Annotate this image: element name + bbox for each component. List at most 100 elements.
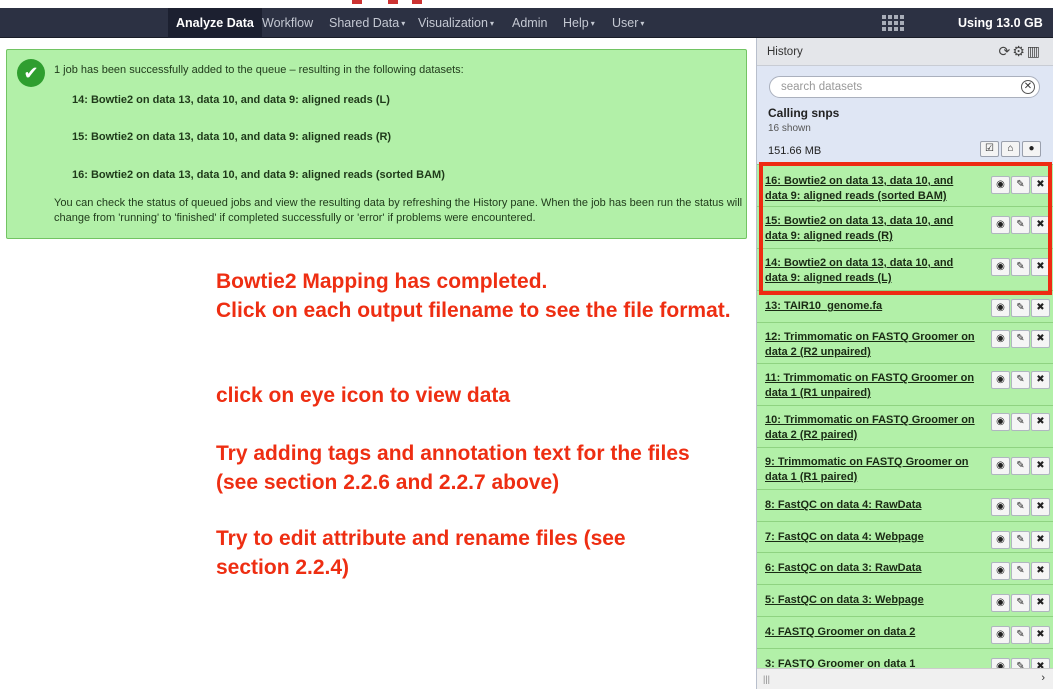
dataset-title[interactable]: 4: FASTQ Groomer on data 2 [765,625,977,640]
caret-down-icon: ▾ [590,19,595,28]
history-panel: History ⟳⚙▥ search datasets ✕ Calling sn… [756,38,1053,689]
history-item: 12: Trimmomatic on FASTQ Groomer on data… [757,322,1053,363]
delete-icon[interactable]: ✖ [1031,498,1050,516]
history-item: 7: FastQC on data 4: Webpage ◉ ✎ ✖ [757,521,1053,552]
tags-icon[interactable]: ⌂ [1001,141,1020,157]
eye-icon[interactable]: ◉ [991,626,1010,644]
search-datasets-input[interactable]: search datasets ✕ [769,76,1040,98]
nav-help[interactable]: Help ▾ [555,8,603,38]
dataset-title[interactable]: 10: Trimmomatic on FASTQ Groomer on data… [765,413,977,443]
pencil-icon[interactable]: ✎ [1011,330,1030,348]
history-size: 151.66 MB [768,145,822,157]
dataset-title[interactable]: 5: FastQC on data 3: Webpage [765,593,977,608]
drag-handle-icon[interactable]: ||| [763,674,770,684]
tutorial-note: Try adding tags and annotation text for … [216,442,690,494]
eye-icon[interactable]: ◉ [991,594,1010,612]
pencil-icon[interactable]: ✎ [1011,498,1030,516]
checkmark-icon: ✔ [17,59,45,87]
eye-icon[interactable]: ◉ [991,498,1010,516]
dataset-title[interactable]: 14: Bowtie2 on data 13, data 10, and dat… [765,256,977,286]
eye-icon[interactable]: ◉ [991,176,1010,194]
history-item: 16: Bowtie2 on data 13, data 10, and dat… [757,164,1053,206]
delete-icon[interactable]: ✖ [1031,626,1050,644]
eye-icon[interactable]: ◉ [991,562,1010,580]
tab-fragment [412,0,422,4]
message-intro: 1 job has been successfully added to the… [54,64,464,76]
pencil-icon[interactable]: ✎ [1011,371,1030,389]
delete-icon[interactable]: ✖ [1031,176,1050,194]
history-item: 9: Trimmomatic on FASTQ Groomer on data … [757,447,1053,489]
history-actions: ☑ ⌂ ● [980,141,1041,157]
select-checkbox-icon[interactable]: ☑ [980,141,999,157]
eye-icon[interactable]: ◉ [991,413,1010,431]
tab-fragment [388,0,398,4]
history-item: 5: FastQC on data 3: Webpage ◉ ✎ ✖ [757,584,1053,616]
nav-analyze-data[interactable]: Analyze Data [168,8,262,38]
clear-search-icon[interactable]: ✕ [1021,80,1035,94]
delete-icon[interactable]: ✖ [1031,330,1050,348]
history-item: 14: Bowtie2 on data 13, data 10, and dat… [757,248,1053,290]
delete-icon[interactable]: ✖ [1031,299,1050,317]
tab-fragment [352,0,362,4]
pencil-icon[interactable]: ✎ [1011,562,1030,580]
queued-dataset: 16: Bowtie2 on data 13, data 10, and dat… [72,169,445,181]
dataset-title[interactable]: 15: Bowtie2 on data 13, data 10, and dat… [765,214,977,244]
delete-icon[interactable]: ✖ [1031,594,1050,612]
pencil-icon[interactable]: ✎ [1011,626,1030,644]
eye-icon[interactable]: ◉ [991,258,1010,276]
gear-icon[interactable]: ⚙ [1012,43,1027,59]
dataset-title[interactable]: 6: FastQC on data 3: RawData [765,561,977,576]
queued-dataset: 14: Bowtie2 on data 13, data 10, and dat… [72,94,390,106]
history-item: 8: FastQC on data 4: RawData ◉ ✎ ✖ [757,489,1053,521]
history-item: 4: FASTQ Groomer on data 2 ◉ ✎ ✖ [757,616,1053,648]
dataset-title[interactable]: 12: Trimmomatic on FASTQ Groomer on data… [765,330,977,360]
columns-icon[interactable]: ▥ [1027,43,1042,59]
pencil-icon[interactable]: ✎ [1011,258,1030,276]
history-item: 13: TAIR10_genome.fa ◉ ✎ ✖ [757,290,1053,322]
nav-workflow[interactable]: Workflow [254,8,321,38]
delete-icon[interactable]: ✖ [1031,531,1050,549]
refresh-icon[interactable]: ⟳ [998,43,1012,59]
dataset-title[interactable]: 7: FastQC on data 4: Webpage [765,530,977,545]
tutorial-note: click on eye icon to view data [216,384,511,407]
eye-icon[interactable]: ◉ [991,457,1010,475]
masthead: Analyze Data Workflow Shared Data ▾ Visua… [0,8,1053,38]
nav-user[interactable]: User ▾ [604,8,652,38]
dataset-title[interactable]: 8: FastQC on data 4: RawData [765,498,977,513]
eye-icon[interactable]: ◉ [991,531,1010,549]
browser-top-strip [0,0,1053,8]
eye-icon[interactable]: ◉ [991,371,1010,389]
history-item: 11: Trimmomatic on FASTQ Groomer on data… [757,363,1053,405]
dataset-title[interactable]: 16: Bowtie2 on data 13, data 10, and dat… [765,174,977,204]
pencil-icon[interactable]: ✎ [1011,457,1030,475]
delete-icon[interactable]: ✖ [1031,413,1050,431]
delete-icon[interactable]: ✖ [1031,457,1050,475]
dataset-title[interactable]: 9: Trimmomatic on FASTQ Groomer on data … [765,455,977,485]
nav-visualization[interactable]: Visualization ▾ [410,8,502,38]
delete-icon[interactable]: ✖ [1031,216,1050,234]
pencil-icon[interactable]: ✎ [1011,594,1030,612]
apps-grid-icon[interactable] [882,15,904,31]
history-name[interactable]: Calling snps [768,106,839,120]
chevron-right-icon[interactable]: › [1041,672,1045,684]
pencil-icon[interactable]: ✎ [1011,531,1030,549]
dataset-title[interactable]: 11: Trimmomatic on FASTQ Groomer on data… [765,371,977,401]
eye-icon[interactable]: ◉ [991,216,1010,234]
delete-icon[interactable]: ✖ [1031,371,1050,389]
delete-icon[interactable]: ✖ [1031,562,1050,580]
pencil-icon[interactable]: ✎ [1011,413,1030,431]
comment-icon[interactable]: ● [1022,141,1041,157]
history-item: 15: Bowtie2 on data 13, data 10, and dat… [757,206,1053,248]
pencil-icon[interactable]: ✎ [1011,299,1030,317]
pencil-icon[interactable]: ✎ [1011,176,1030,194]
panel-scrollbar[interactable]: ||| › [757,668,1053,689]
eye-icon[interactable]: ◉ [991,330,1010,348]
dataset-title[interactable]: 13: TAIR10_genome.fa [765,299,977,314]
pencil-icon[interactable]: ✎ [1011,216,1030,234]
nav-shared-data[interactable]: Shared Data ▾ [321,8,413,38]
eye-icon[interactable]: ◉ [991,299,1010,317]
delete-icon[interactable]: ✖ [1031,258,1050,276]
history-tools: ⟳⚙▥ [998,43,1042,60]
tutorial-note: Try to edit attribute and rename files (… [216,527,626,579]
nav-admin[interactable]: Admin [504,8,555,38]
